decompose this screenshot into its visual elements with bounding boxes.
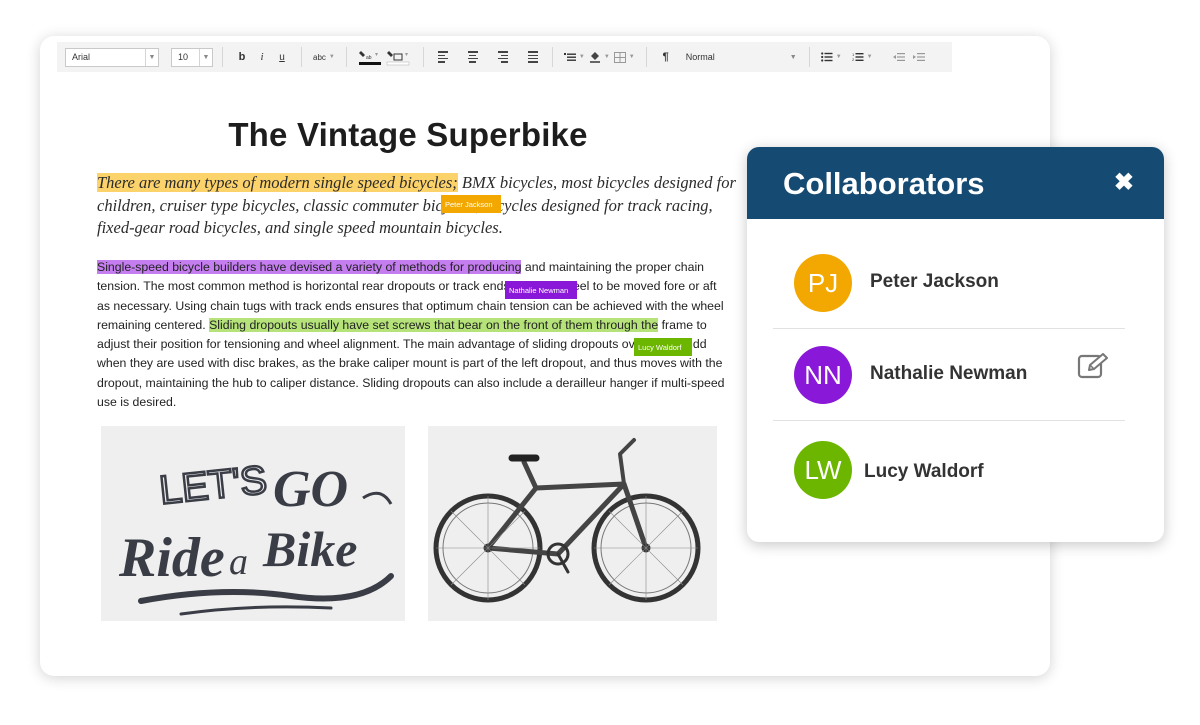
svg-text:GO: GO <box>273 461 348 518</box>
collaborator-row-lucy[interactable]: LW Lucy Waldorf <box>773 423 1125 515</box>
svg-text:LET'S: LET'S <box>157 458 269 513</box>
underline-button[interactable]: u <box>274 47 290 67</box>
formatting-toolbar: Arial ▼ 10 ▼ b i u abc ▼ ab ▾ ▾ ▼ ▼ ▼ ¶ … <box>57 42 952 72</box>
svg-text:a: a <box>229 541 248 583</box>
font-size-select[interactable]: 10 ▼ <box>171 47 213 67</box>
line-spacing-icon <box>563 53 576 61</box>
table-icon <box>613 51 626 63</box>
toolbar-divider <box>222 47 223 67</box>
text-color-icon: ab ▾ <box>358 51 381 65</box>
highlight-color-button[interactable]: ▾ <box>386 47 412 67</box>
italic-button[interactable]: i <box>254 47 270 67</box>
table-button[interactable]: ▼ <box>613 47 635 67</box>
bicycle-image[interactable] <box>428 426 717 621</box>
align-left-button[interactable] <box>435 47 451 67</box>
chevron-down-icon: ▼ <box>789 53 797 61</box>
chevron-down-icon: ▼ <box>199 48 212 66</box>
collaborators-header: Collaborators ✖ <box>747 147 1164 219</box>
font-family-select[interactable]: Arial ▼ <box>65 47 159 67</box>
paint-bucket-icon <box>589 52 600 63</box>
numbered-list-button[interactable]: 1 2 ▼ <box>852 47 873 67</box>
align-center-button[interactable] <box>465 47 481 67</box>
collaborators-panel: Collaborators ✖ PJ Peter Jackson NN Nath… <box>747 147 1164 542</box>
edit-icon[interactable] <box>1077 352 1109 380</box>
bulleted-list-icon <box>820 52 833 62</box>
collaborator-name: Peter Jackson <box>870 271 999 292</box>
spellcheck-label: abc <box>313 52 326 62</box>
align-center-icon <box>467 51 478 63</box>
svg-text:Ride: Ride <box>118 527 225 589</box>
paragraph-style-select[interactable]: Normal ▼ <box>680 48 800 67</box>
svg-text:ab: ab <box>366 55 372 61</box>
toolbar-divider <box>645 47 647 67</box>
toolbar-divider <box>551 47 553 67</box>
collaborator-row-peter[interactable]: PJ Peter Jackson <box>773 237 1125 329</box>
outdent-button[interactable] <box>891 47 907 67</box>
cursor-tag-peter: Peter Jackson <box>441 195 501 213</box>
outdent-icon <box>892 53 905 61</box>
avatar: NN <box>794 346 852 404</box>
align-justify-icon <box>527 51 538 63</box>
indent-icon <box>912 53 925 61</box>
svg-text:▾: ▾ <box>375 52 378 58</box>
text-color-button[interactable]: ab ▾ <box>358 47 382 67</box>
svg-text:▾: ▾ <box>405 52 408 58</box>
bicycle-illustration <box>433 438 701 603</box>
toolbar-divider <box>422 47 424 67</box>
cursor-tag-nathalie: Nathalie Newman <box>505 281 577 299</box>
intro-paragraph[interactable]: There are many types of modern single sp… <box>97 172 737 240</box>
highlight-nathalie: Single-speed bicycle builders have devis… <box>97 260 522 274</box>
toolbar-divider <box>808 47 810 67</box>
align-right-icon <box>497 51 508 63</box>
align-right-button[interactable] <box>495 47 511 67</box>
highlight-peter: There are many types of modern single sp… <box>97 173 458 192</box>
collaborators-title: Collaborators <box>783 166 985 201</box>
toolbar-divider <box>301 47 302 67</box>
indent-button[interactable] <box>911 47 927 67</box>
bulleted-list-button[interactable]: ▼ <box>820 47 842 67</box>
svg-text:Bike: Bike <box>262 521 357 577</box>
cursor-tag-lucy: Lucy Waldorf <box>634 338 692 356</box>
close-icon[interactable]: ✖ <box>1114 169 1134 197</box>
svg-text:2: 2 <box>852 57 855 62</box>
align-justify-button[interactable] <box>525 47 541 67</box>
body-paragraph[interactable]: Single-speed bicycle builders have devis… <box>97 258 727 412</box>
collaborator-name: Lucy Waldorf <box>864 461 984 482</box>
chevron-down-icon: ▼ <box>145 48 158 66</box>
spellcheck-button[interactable]: abc ▼ <box>313 47 335 67</box>
collaborator-name: Nathalie Newman <box>870 363 1028 384</box>
fill-color-button[interactable]: ▼ <box>589 47 610 67</box>
highlight-color-icon: ▾ <box>386 51 410 66</box>
line-spacing-button[interactable]: ▼ <box>563 47 585 67</box>
paragraph-mark-icon[interactable]: ¶ <box>658 47 674 67</box>
align-left-icon <box>437 51 448 63</box>
font-family-value: Arial <box>72 52 91 62</box>
document-title[interactable]: The Vintage Superbike <box>98 116 718 154</box>
bold-button[interactable]: b <box>234 47 250 67</box>
numbered-list-icon: 12 <box>852 52 864 62</box>
avatar: LW <box>794 441 852 499</box>
lettering-image[interactable]: LET'S GO Ride a Bike <box>101 426 405 621</box>
highlight-lucy: Sliding dropouts usually have set screws… <box>209 317 659 332</box>
paragraph-style-value: Normal <box>685 52 715 62</box>
lets-go-ride-a-bike-illustration: LET'S GO Ride a Bike <box>118 457 394 616</box>
font-size-value: 10 <box>178 52 189 62</box>
avatar: PJ <box>794 254 852 312</box>
toolbar-divider <box>345 47 347 67</box>
collaborator-row-nathalie[interactable]: NN Nathalie Newman <box>773 329 1125 421</box>
